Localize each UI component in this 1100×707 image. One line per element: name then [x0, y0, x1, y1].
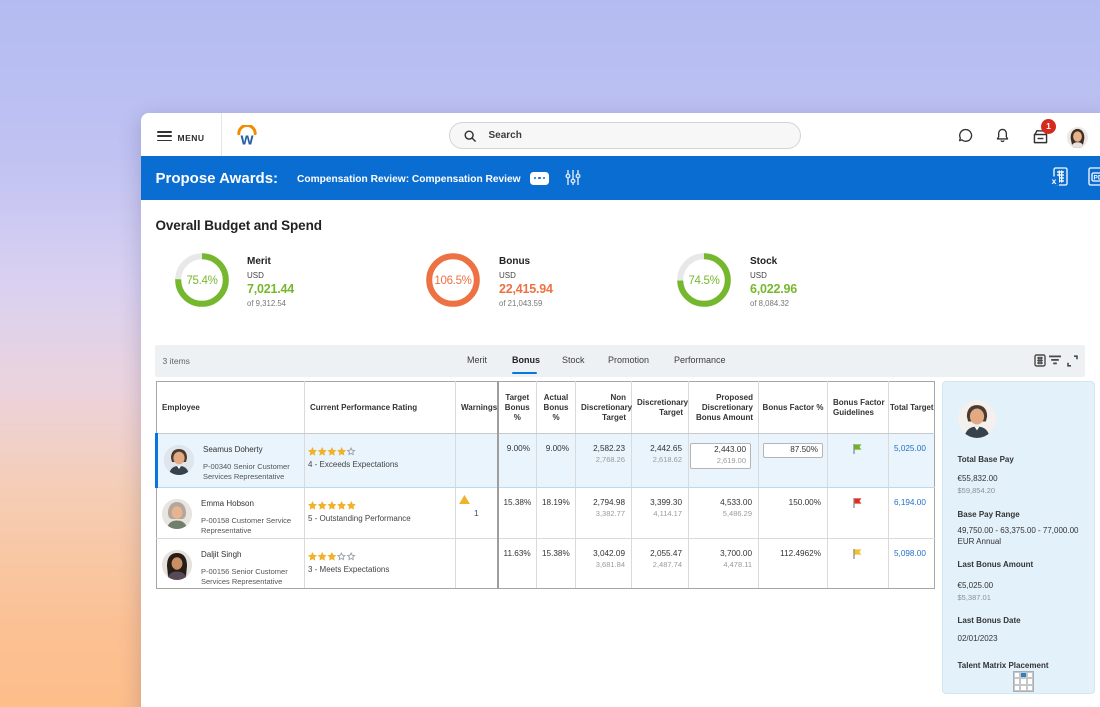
svg-text:w: w [239, 130, 253, 147]
svg-text:106.5%: 106.5% [434, 275, 471, 287]
svg-text:x: x [1052, 176, 1057, 186]
svg-text:PDF: PDF [1094, 175, 1100, 182]
svg-text:75.4%: 75.4% [186, 275, 217, 287]
svg-text:74.5%: 74.5% [688, 275, 719, 287]
